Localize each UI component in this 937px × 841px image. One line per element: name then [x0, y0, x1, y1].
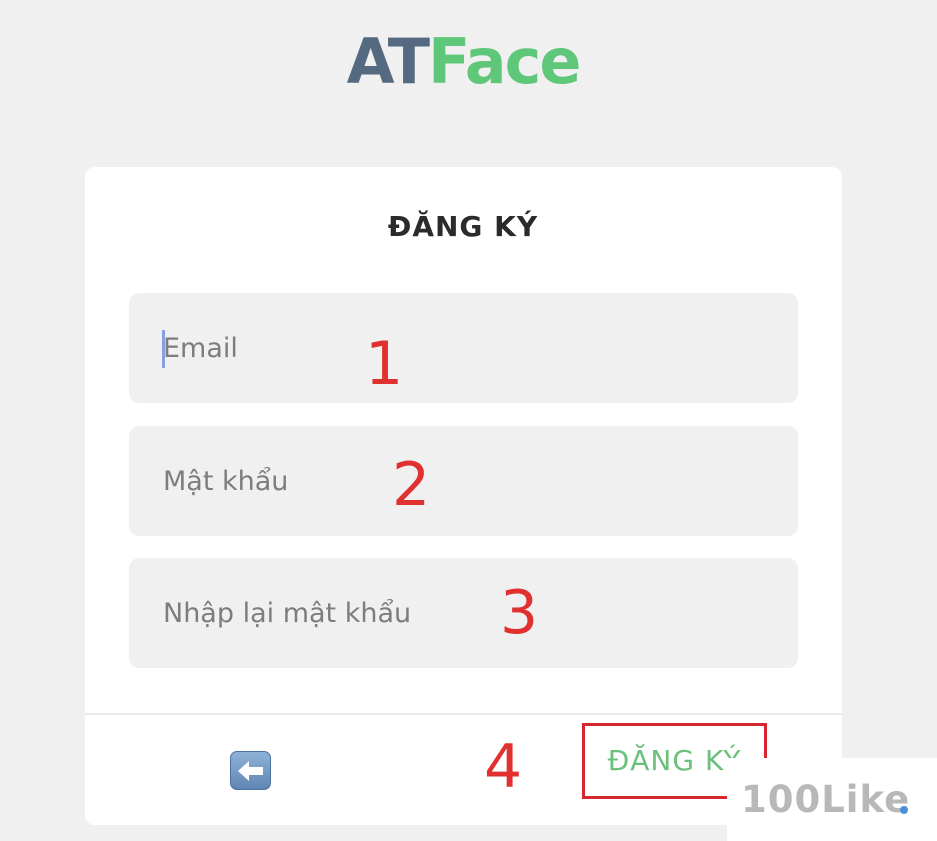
watermark-dot — [900, 806, 908, 814]
watermark: 100Like — [727, 758, 937, 841]
page-title: ĐĂNG KÝ — [387, 210, 539, 243]
password-field-container — [129, 426, 798, 536]
email-field[interactable] — [163, 293, 763, 403]
back-button[interactable] — [230, 751, 271, 790]
annotation-2: 2 — [392, 450, 431, 520]
watermark-text: 100Like — [741, 778, 911, 821]
text-caret — [162, 330, 165, 368]
annotation-3: 3 — [500, 578, 539, 648]
back-arrow-icon — [238, 761, 263, 781]
logo-at: AT — [346, 25, 430, 98]
annotation-4: 4 — [484, 732, 523, 802]
app-logo: ATFace — [0, 22, 926, 102]
confirm-password-field-container — [129, 558, 798, 668]
email-field-container — [129, 293, 798, 403]
logo-face: Face — [428, 25, 581, 98]
card-divider — [85, 713, 842, 715]
confirm-password-field[interactable] — [163, 558, 763, 668]
password-field[interactable] — [163, 426, 763, 536]
annotation-1: 1 — [365, 329, 404, 399]
